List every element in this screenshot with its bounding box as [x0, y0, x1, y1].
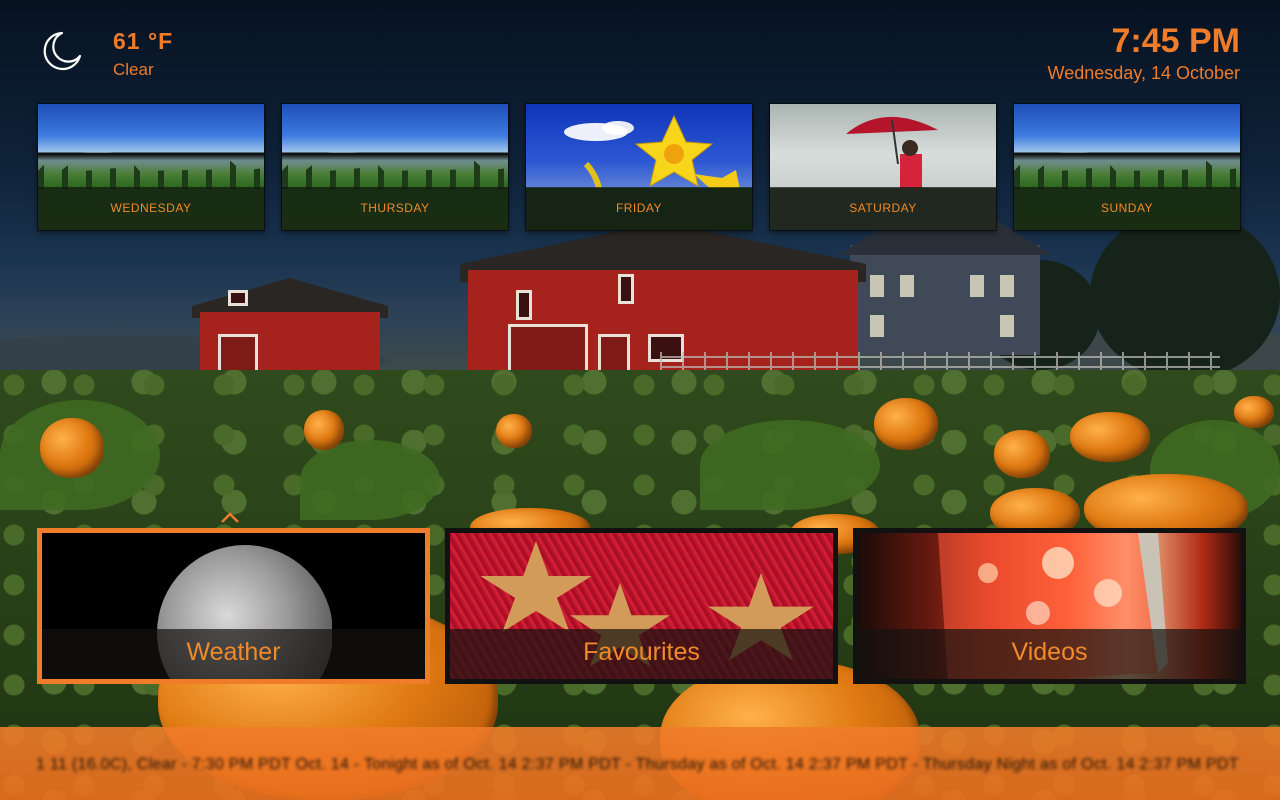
pumpkin — [496, 414, 532, 448]
menu-item-weather[interactable]: Weather — [37, 528, 430, 684]
clock-time: 7:45 PM — [1111, 22, 1241, 60]
pumpkin — [874, 398, 938, 450]
forecast-day-label: FRIDAY — [615, 201, 663, 215]
menu-item-videos[interactable]: Videos — [853, 528, 1246, 684]
forecast-tile-friday[interactable]: FRIDAY — [526, 104, 752, 230]
forecast-day-label: SATURDAY — [849, 201, 917, 215]
farmhouse — [838, 215, 1052, 355]
menu-item-label: Videos — [1011, 638, 1088, 666]
forecast-tile-thursday[interactable]: THURSDAY — [282, 104, 508, 230]
leaf — [700, 420, 880, 510]
moon-icon — [43, 31, 82, 71]
pumpkin — [1070, 412, 1150, 462]
forecast-day-label: THURSDAY — [360, 201, 430, 215]
forecast-tile-wednesday[interactable]: WEDNESDAY — [38, 104, 264, 230]
menu-item-favourites[interactable]: Favourites — [445, 528, 838, 684]
pumpkin — [40, 418, 104, 478]
ticker-text: 1 11 (16.0C), Clear - 7:30 PM PDT Oct. 1… — [36, 756, 1239, 773]
pumpkin — [1234, 396, 1274, 428]
current-temperature: 61 °F — [113, 28, 174, 54]
small-barn — [192, 278, 388, 380]
forecast-tile-sunday[interactable]: SUNDAY — [1014, 104, 1240, 230]
clock-date: Wednesday, 14 October — [1047, 63, 1240, 83]
menu-item-label: Favourites — [583, 638, 700, 666]
info-ticker: 1 11 (16.0C), Clear - 7:30 PM PDT Oct. 1… — [0, 727, 1280, 800]
pumpkin — [994, 430, 1050, 478]
chevron-up-icon — [221, 512, 239, 523]
forecast-day-label: SUNDAY — [1100, 201, 1154, 215]
menu-item-label: Weather — [186, 638, 281, 666]
forecast-tile-saturday[interactable]: SATURDAY — [770, 104, 996, 230]
current-condition: Clear — [113, 60, 154, 79]
pumpkin — [304, 410, 344, 450]
leaf — [300, 440, 440, 520]
forecast-day-label: WEDNESDAY — [110, 201, 192, 215]
